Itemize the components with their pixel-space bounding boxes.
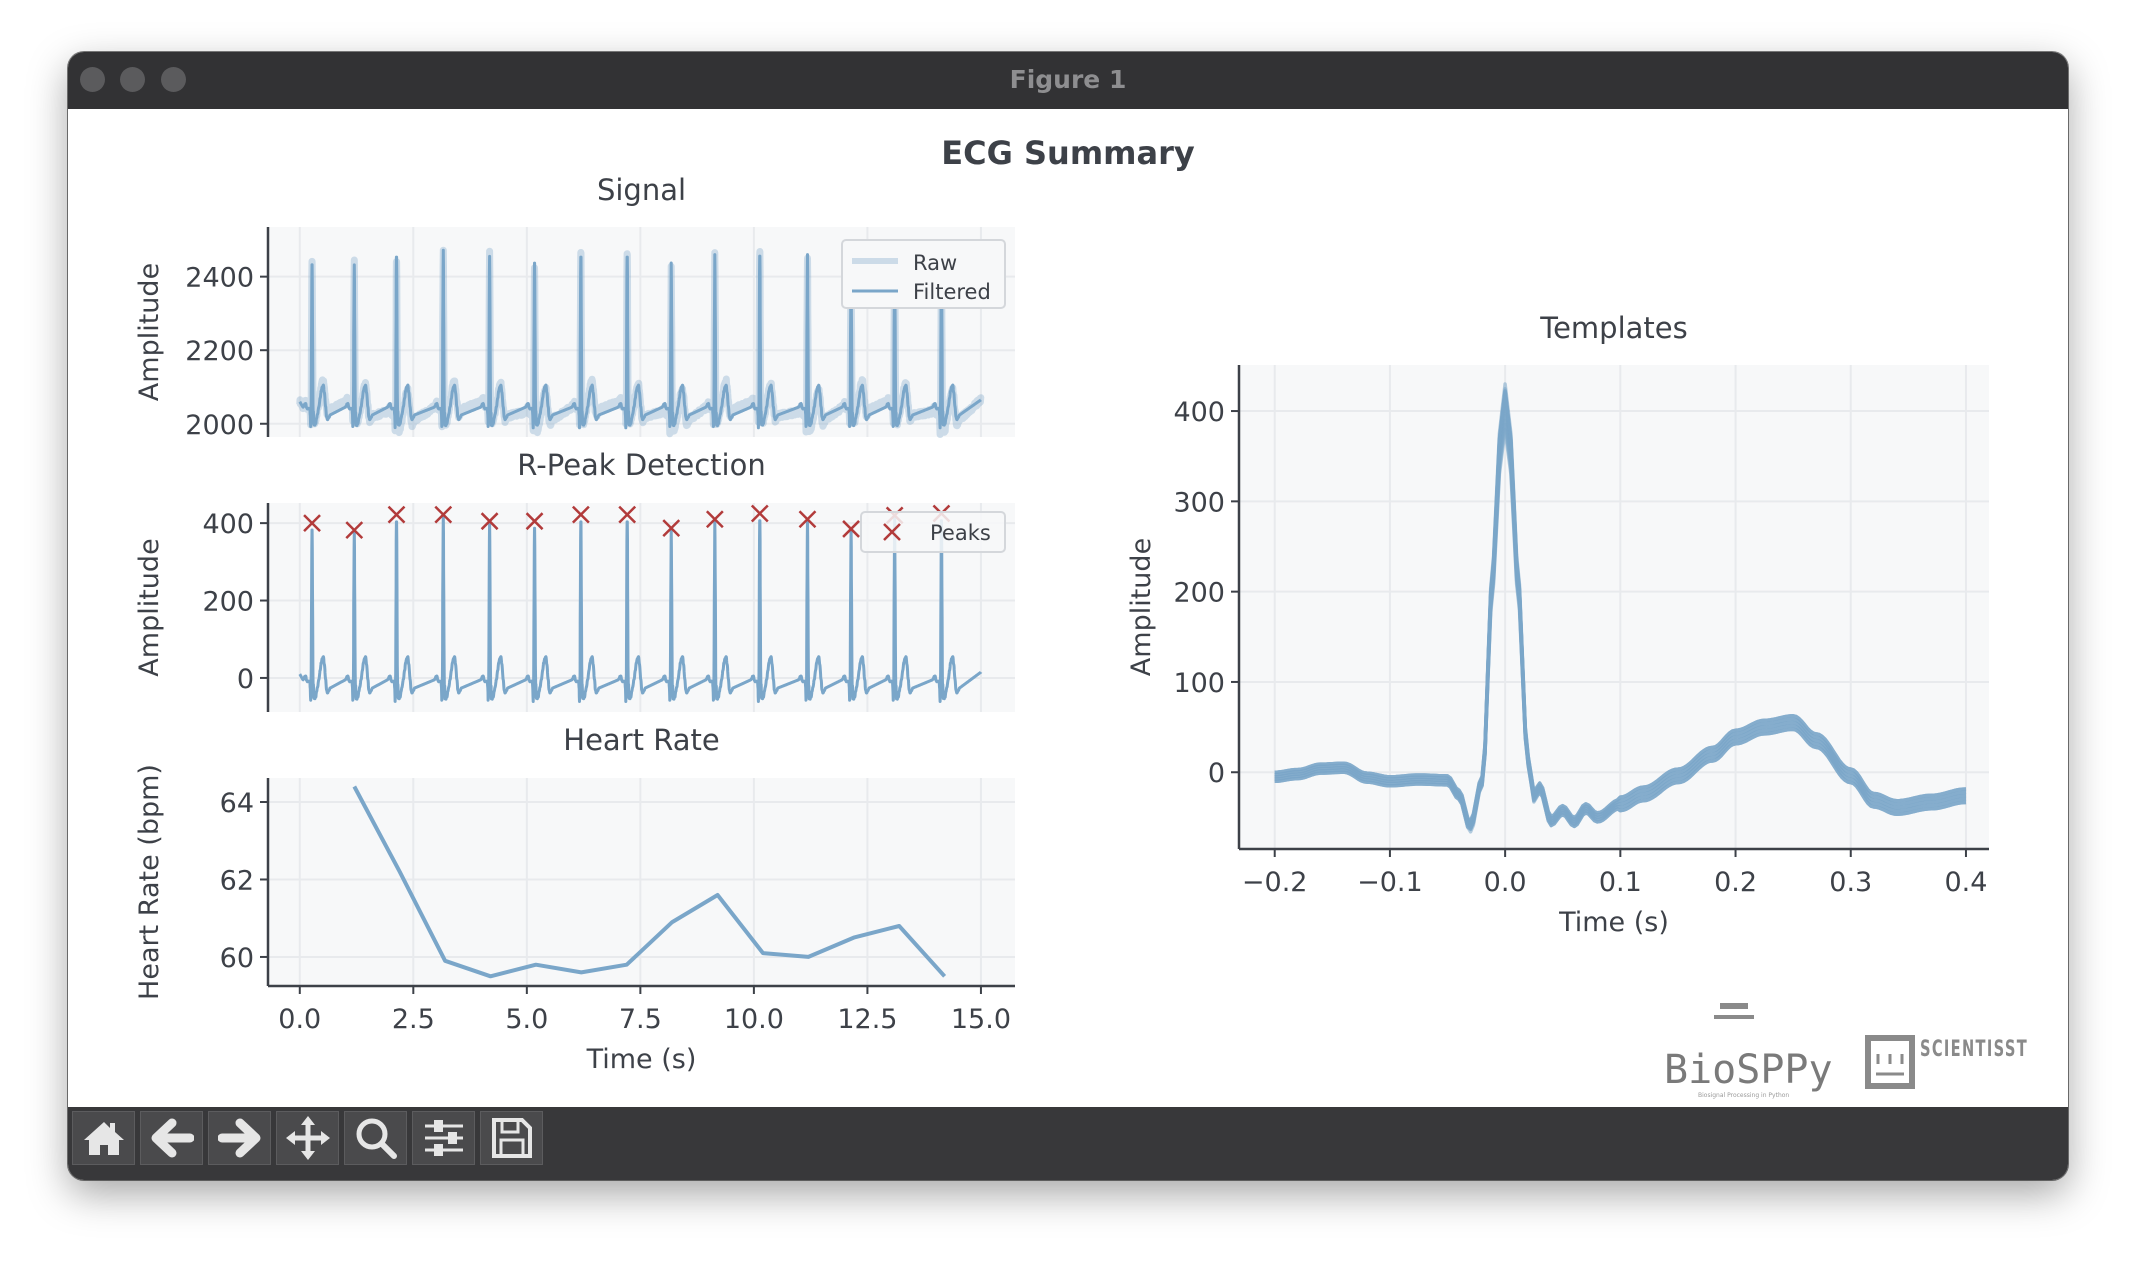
x-tick-label: 0.2 — [1714, 867, 1757, 898]
move-icon — [285, 1116, 330, 1160]
pan-button[interactable] — [276, 1111, 339, 1165]
legend-peaks-label: Peaks — [930, 521, 991, 545]
sliders-icon — [424, 1120, 463, 1156]
axes-templates: 0 100 200 300 400 −0.2 −0.1 0.0 0.1 0.2 0.3 0.4 Time… — [1126, 311, 1989, 938]
save-button[interactable] — [480, 1111, 543, 1165]
x-tick-label: 0.4 — [1944, 867, 1987, 898]
home-button[interactable] — [72, 1111, 135, 1165]
x-axis-label: Time (s) — [586, 1044, 697, 1075]
y-tick-label: 100 — [1173, 668, 1225, 699]
window-title: Figure 1 — [1009, 65, 1127, 94]
y-tick-label: 2200 — [185, 336, 254, 367]
biosppy-logo-text: BioSPPy — [1664, 1047, 1833, 1093]
y-axis-label: Amplitude — [134, 538, 165, 676]
scientisst-logo-text: SCIENTISST — [1920, 1037, 2028, 1062]
axes-rpeaks: 0 200 400 R-Peak Detection Amplitude — [134, 448, 1015, 712]
x-tick-label: −0.2 — [1242, 867, 1308, 898]
x-tick-label: 0.1 — [1599, 867, 1642, 898]
floppy-disk-icon — [491, 1118, 532, 1158]
y-tick-label: 300 — [1173, 487, 1225, 518]
figure-suptitle: ECG Summary — [941, 134, 1195, 172]
zoom-button[interactable] — [344, 1111, 407, 1165]
x-tick-label: 5.0 — [505, 1004, 548, 1035]
axes-title: Heart Rate — [563, 723, 719, 757]
y-axis-label: Amplitude — [134, 263, 165, 401]
y-tick-label: 62 — [220, 865, 254, 896]
biosppy-tagline: Biosignal Processing in Python — [1698, 1092, 1789, 1099]
axes-heart_rate: 60 62 64 0.0 2.5 5.0 7.5 10.0 12.5 15.0 Time (s) He… — [134, 723, 1015, 1075]
x-axis-label: Time (s) — [1558, 907, 1669, 938]
y-tick-label: 200 — [202, 587, 254, 618]
arrow-right-icon — [217, 1118, 260, 1158]
signal-legend: Raw Filtered — [841, 239, 1006, 309]
x-tick-label: 0.0 — [278, 1004, 321, 1035]
biosppy-hat-icon — [1714, 1003, 1754, 1019]
y-tick-label: 400 — [1173, 397, 1225, 428]
legend-filtered-label: Filtered — [913, 280, 991, 304]
axes-title: R-Peak Detection — [517, 448, 765, 482]
y-axis-label: Amplitude — [1126, 538, 1157, 676]
y-tick-label: 400 — [202, 509, 254, 540]
forward-button[interactable] — [208, 1111, 271, 1165]
y-tick-label: 0 — [1208, 758, 1225, 789]
x-tick-label: 12.5 — [837, 1004, 897, 1035]
figure-window: Figure 1 ECG Summary 2000 2200 2400 Signal A… — [68, 52, 2068, 1180]
x-tick-label: 0.0 — [1484, 867, 1527, 898]
plot-area — [268, 778, 1015, 986]
axes-title: Signal — [597, 173, 686, 207]
y-tick-label: 0 — [237, 664, 254, 695]
y-tick-label: 60 — [220, 943, 254, 974]
x-tick-label: 0.3 — [1829, 867, 1872, 898]
x-tick-label: 10.0 — [724, 1004, 784, 1035]
y-tick-label: 200 — [1173, 578, 1225, 609]
peaks-legend: Peaks — [860, 511, 1006, 553]
legend-raw-label: Raw — [913, 251, 957, 275]
x-tick-label: 2.5 — [392, 1004, 435, 1035]
x-tick-label: 15.0 — [951, 1004, 1011, 1035]
y-tick-label: 64 — [220, 788, 254, 819]
figure-canvas: ECG Summary 2000 2200 2400 Signal Amplitude 0… — [68, 109, 2068, 1107]
y-axis-label: Heart Rate (bpm) — [134, 764, 165, 1000]
x-tick-label: −0.1 — [1357, 867, 1423, 898]
magnifier-icon — [356, 1118, 397, 1159]
home-icon — [83, 1122, 124, 1155]
x-tick-label: 7.5 — [619, 1004, 662, 1035]
y-tick-label: 2400 — [185, 263, 254, 294]
scientisst-logo: SCIENTISST — [1865, 1035, 2028, 1089]
navigation-toolbar — [68, 1107, 2068, 1180]
back-button[interactable] — [140, 1111, 203, 1165]
title-bar: Figure 1 — [68, 52, 2068, 109]
axes-title: Templates — [1539, 311, 1687, 345]
biosppy-logo: BioSPPy Biosignal Processing in Python — [1664, 1003, 1833, 1099]
configure-subplots-button[interactable] — [412, 1111, 475, 1165]
y-tick-label: 2000 — [185, 410, 254, 441]
arrow-left-icon — [151, 1118, 194, 1158]
figure-svg: ECG Summary 200022002400SignalAmplitude0… — [134, 134, 2028, 1099]
